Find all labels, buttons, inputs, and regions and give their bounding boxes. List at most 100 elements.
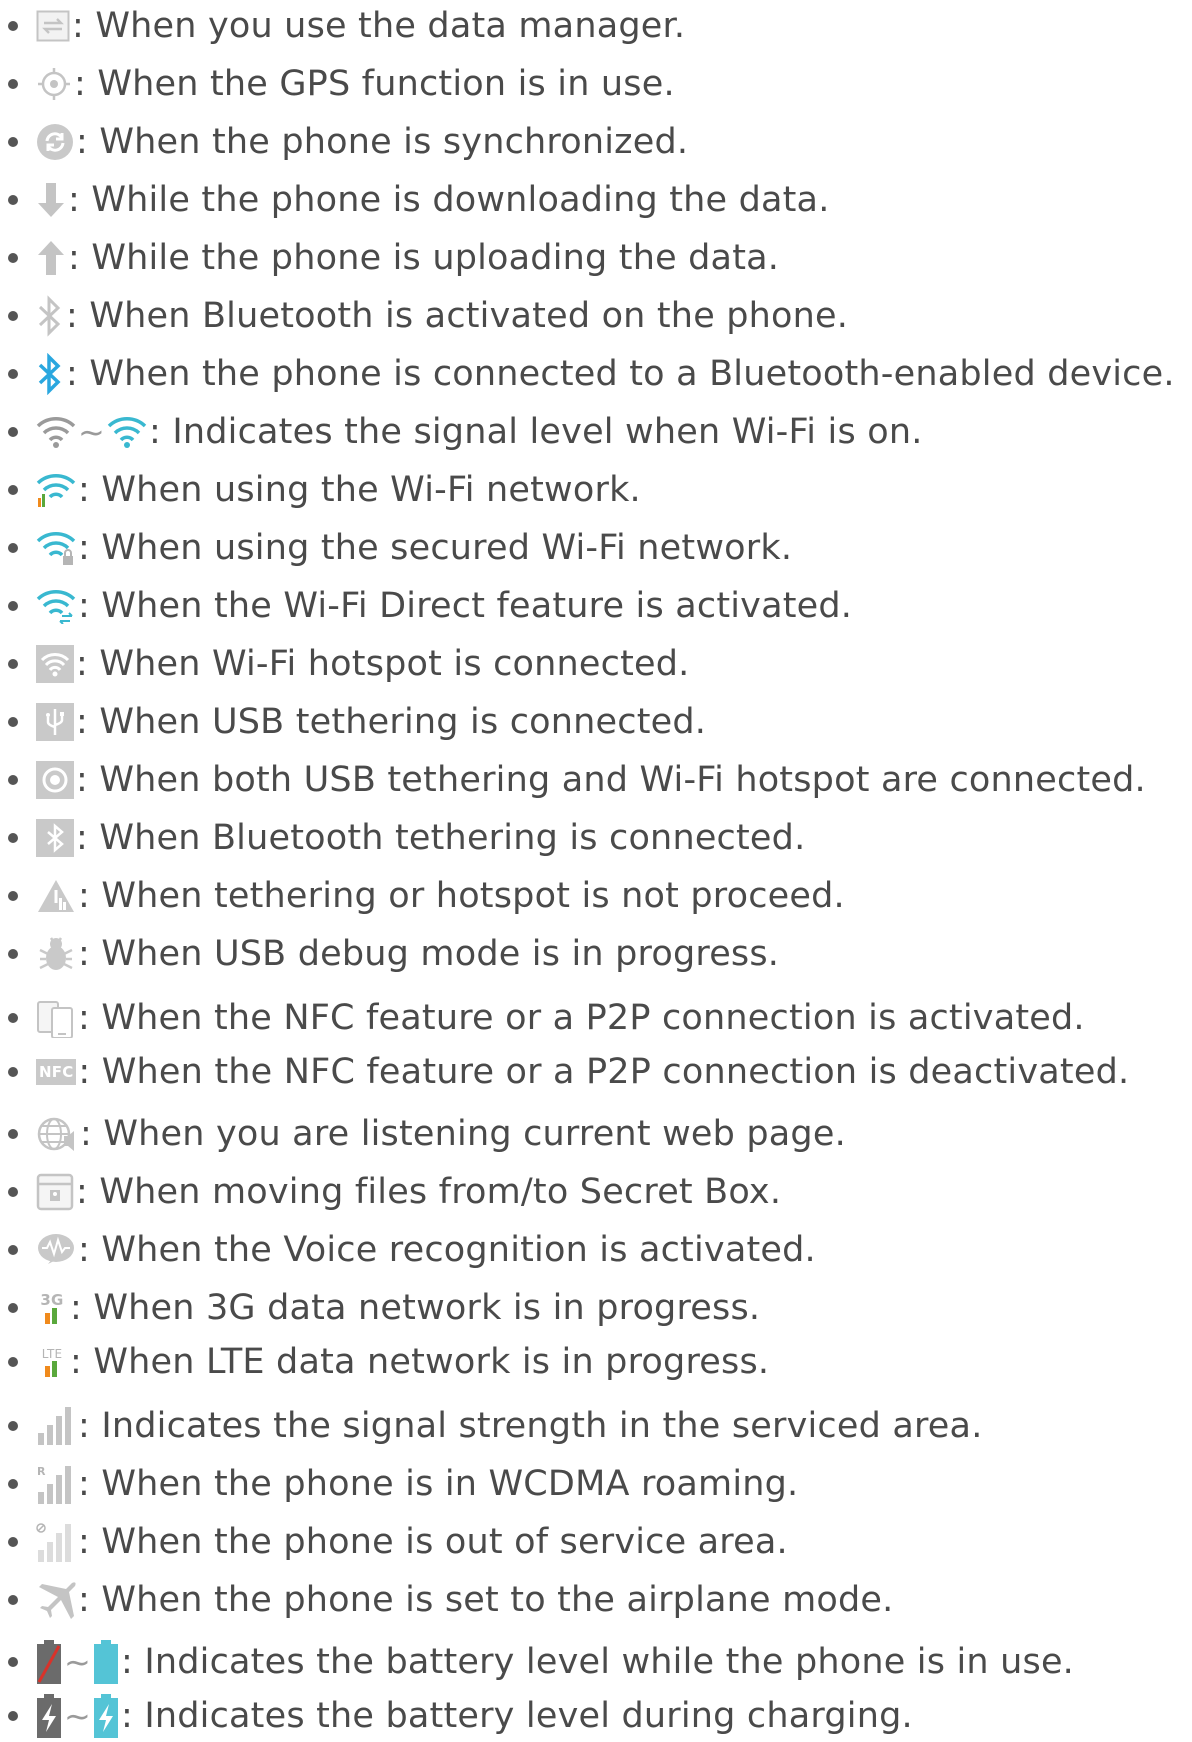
bluetooth-blue-icon: [36, 352, 64, 396]
item-text: : When Bluetooth tethering is connected.: [76, 818, 806, 858]
list-item: ~ : Indicates the signal level when Wi-F…: [0, 406, 923, 458]
list-item: : While the phone is downloading the dat…: [0, 174, 830, 226]
airplane-icon: [36, 1578, 76, 1622]
data-manager-icon: [36, 4, 70, 48]
battery-level-range-icon: ~: [36, 1640, 119, 1684]
item-text: : When Bluetooth is activated on the pho…: [66, 296, 849, 336]
list-item: NFC : When the NFC feature or a P2P conn…: [0, 1046, 1129, 1098]
list-item: : When the phone is connected to a Bluet…: [0, 348, 1175, 400]
tilde-separator: ~: [64, 1697, 92, 1735]
item-text: : Indicates the battery level during cha…: [121, 1696, 913, 1736]
wifi-in-use-icon: [36, 468, 76, 512]
item-text: : When tethering or hotspot is not proce…: [78, 876, 845, 916]
bullet: [8, 1067, 18, 1077]
nfc-p2p-active-icon: [36, 996, 76, 1040]
wifi-hotspot-icon: [36, 642, 74, 686]
item-text: : When the phone is in WCDMA roaming.: [78, 1464, 799, 1504]
list-item: : When the phone is out of service area.: [0, 1516, 788, 1568]
bullet: [8, 137, 18, 147]
bullet: [8, 369, 18, 379]
item-text: : When LTE data network is in progress.: [70, 1342, 770, 1382]
battery-charging-range-icon: ~: [36, 1694, 119, 1738]
item-text: : When the NFC feature or a P2P connecti…: [78, 998, 1085, 1038]
list-item: : When Wi-Fi hotspot is connected.: [0, 638, 690, 690]
item-text: : When you are listening current web pag…: [80, 1114, 846, 1154]
bullet: [8, 1245, 18, 1255]
list-item: : When you use the data manager.: [0, 0, 685, 52]
list-item: ~ : Indicates the battery level while th…: [0, 1636, 1074, 1688]
list-item: : When USB debug mode is in progress.: [0, 928, 779, 980]
usb-tethering-icon: [36, 700, 74, 744]
secret-box-icon: [36, 1170, 74, 1214]
bullet: [8, 1013, 18, 1023]
bullet: [8, 1537, 18, 1547]
bullet: [8, 891, 18, 901]
list-item: : When USB tethering is connected.: [0, 696, 706, 748]
bullet: [8, 485, 18, 495]
list-item: : When using the Wi-Fi network.: [0, 464, 641, 516]
item-text: : When 3G data network is in progress.: [70, 1288, 761, 1328]
bullet: [8, 1357, 18, 1367]
lte-label: LTE: [41, 1347, 63, 1361]
item-text: : When the phone is connected to a Bluet…: [66, 354, 1175, 394]
list-item: : When you are listening current web pag…: [0, 1108, 846, 1160]
usb-debug-bug-icon: [36, 932, 76, 976]
bluetooth-tethering-icon: [36, 816, 74, 860]
nfc-inactive-icon: NFC: [36, 1050, 77, 1094]
bullet: [8, 1657, 18, 1667]
bullet: [8, 949, 18, 959]
3g-data-icon: 3G: [36, 1286, 68, 1330]
list-item: : When tethering or hotspot is not proce…: [0, 870, 845, 922]
usb-and-hotspot-icon: [36, 758, 74, 802]
list-item: : When using the secured Wi-Fi network.: [0, 522, 792, 574]
3g-label: 3G: [40, 1291, 64, 1309]
item-text: : Indicates the signal strength in the s…: [78, 1406, 983, 1446]
nfc-label: NFC: [36, 1059, 77, 1085]
bullet: [8, 833, 18, 843]
gps-icon: [36, 62, 72, 106]
bullet: [8, 21, 18, 31]
bullet: [8, 1479, 18, 1489]
item-text: : While the phone is downloading the dat…: [68, 180, 830, 220]
tilde-separator: ~: [78, 413, 106, 451]
list-item: : Indicates the signal strength in the s…: [0, 1400, 983, 1452]
item-text: : When the phone is set to the airplane …: [78, 1580, 894, 1620]
list-item: : When Bluetooth tethering is connected.: [0, 812, 805, 864]
item-text: : Indicates the battery level while the …: [121, 1642, 1075, 1682]
item-text: : When you use the data manager.: [72, 6, 686, 46]
item-text: : When the GPS function is in use.: [74, 64, 675, 104]
download-arrow-icon: [36, 178, 66, 222]
item-text: : When the NFC feature or a P2P connecti…: [78, 1052, 1130, 1092]
bullet: [8, 659, 18, 669]
list-item: ~ : Indicates the battery level during c…: [0, 1690, 913, 1742]
list-item: : When Bluetooth is activated on the pho…: [0, 290, 848, 342]
lte-data-icon: LTE: [36, 1340, 68, 1384]
item-text: : When the phone is out of service area.: [78, 1522, 788, 1562]
list-item: : When the phone is set to the airplane …: [0, 1574, 893, 1626]
signal-strength-icon: [36, 1404, 76, 1448]
list-item: : When the phone is synchronized.: [0, 116, 688, 168]
bullet: [8, 195, 18, 205]
item-text: : While the phone is uploading the data.: [68, 238, 780, 278]
bullet: [8, 1595, 18, 1605]
item-text: : When both USB tethering and Wi-Fi hots…: [76, 760, 1146, 800]
bullet: [8, 427, 18, 437]
list-item: : When both USB tethering and Wi-Fi hots…: [0, 754, 1146, 806]
bullet: [8, 253, 18, 263]
bullet: [8, 775, 18, 785]
list-item: : When the NFC feature or a P2P connecti…: [0, 992, 1085, 1044]
list-item: R : When the phone is in WCDMA roaming.: [0, 1458, 798, 1510]
roaming-r-label: R: [37, 1465, 46, 1478]
bullet: [8, 717, 18, 727]
bullet: [8, 1303, 18, 1313]
item-text: : When USB tethering is connected.: [76, 702, 707, 742]
item-text: : When the phone is synchronized.: [76, 122, 689, 162]
item-text: : When the Wi-Fi Direct feature is activ…: [78, 586, 853, 626]
bullet: [8, 601, 18, 611]
roaming-signal-icon: R: [36, 1462, 76, 1506]
status-icon-list: : When you use the data manager. : When …: [0, 0, 1192, 1741]
tethering-warning-icon: [36, 874, 76, 918]
bluetooth-grey-icon: [36, 294, 64, 338]
item-text: : When using the secured Wi-Fi network.: [78, 528, 793, 568]
web-listening-icon: [36, 1112, 78, 1156]
